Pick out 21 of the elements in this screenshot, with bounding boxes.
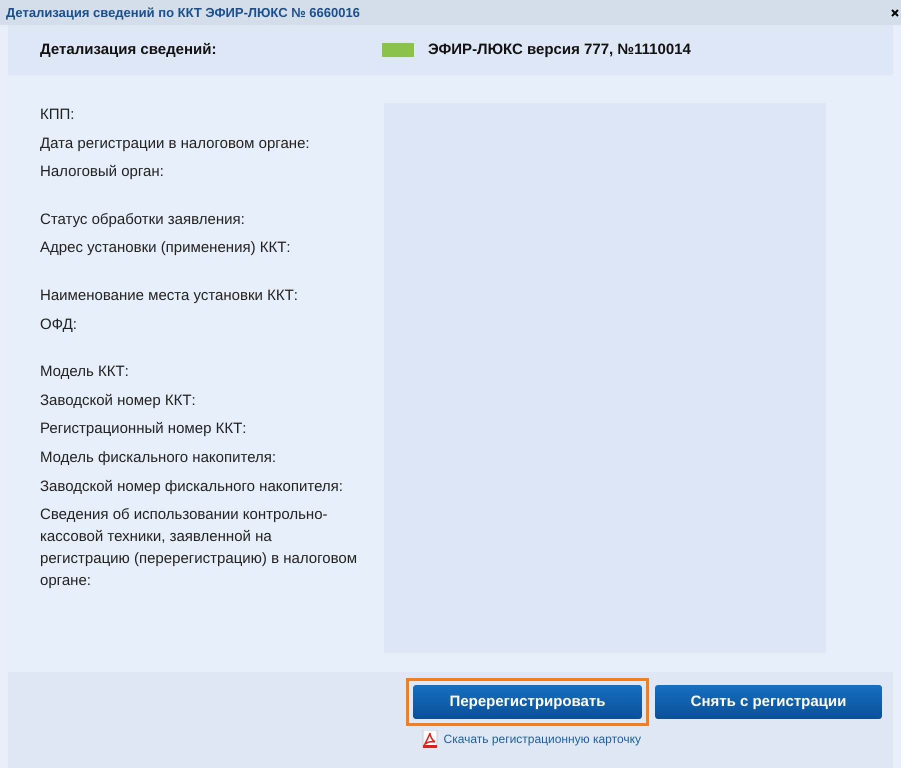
action-button[interactable]: Перерегистрировать bbox=[413, 685, 642, 719]
field-label: Дата регистрации в налоговом органе: bbox=[40, 134, 311, 154]
field-label: Модель фискального накопителя: bbox=[40, 448, 278, 468]
field-label: Наименование места установки ККТ: bbox=[40, 286, 299, 306]
close-icon[interactable] bbox=[891, 8, 899, 16]
field-label: Заводской номер фискального накопителя: bbox=[40, 476, 344, 497]
field-label: Налоговый орган: bbox=[40, 162, 165, 182]
device-name: ЭФИР-ЛЮКС версия 777, №1110014 bbox=[428, 40, 691, 60]
field-label: Сведения об использовании контрольно-кассовой техники, заявленной на регистрацию (перерегистрацию) в налоговом органе: bbox=[40, 505, 358, 592]
field-label: ОФД: bbox=[40, 314, 78, 335]
field-label: Заводской номер ККТ: bbox=[40, 390, 197, 411]
field-label: КПП: bbox=[40, 105, 76, 125]
field-label: Статус обработки заявления: bbox=[40, 210, 246, 230]
window-title: Детализация сведений по ККТ ЭФИР-ЛЮКС № 6660016 bbox=[6, 4, 360, 22]
field-label: Адрес установки (применения) ККТ: bbox=[40, 238, 292, 258]
action-button[interactable]: Снять с регистрации bbox=[655, 685, 882, 719]
details-label: Детализация сведений: bbox=[40, 40, 218, 60]
download-link[interactable]: Скачать регистрационную карточку bbox=[444, 730, 641, 748]
pdf-icon bbox=[422, 730, 438, 748]
field-label: Модель ККТ: bbox=[40, 362, 130, 382]
field-label: Регистрационный номер ККТ: bbox=[40, 419, 248, 440]
